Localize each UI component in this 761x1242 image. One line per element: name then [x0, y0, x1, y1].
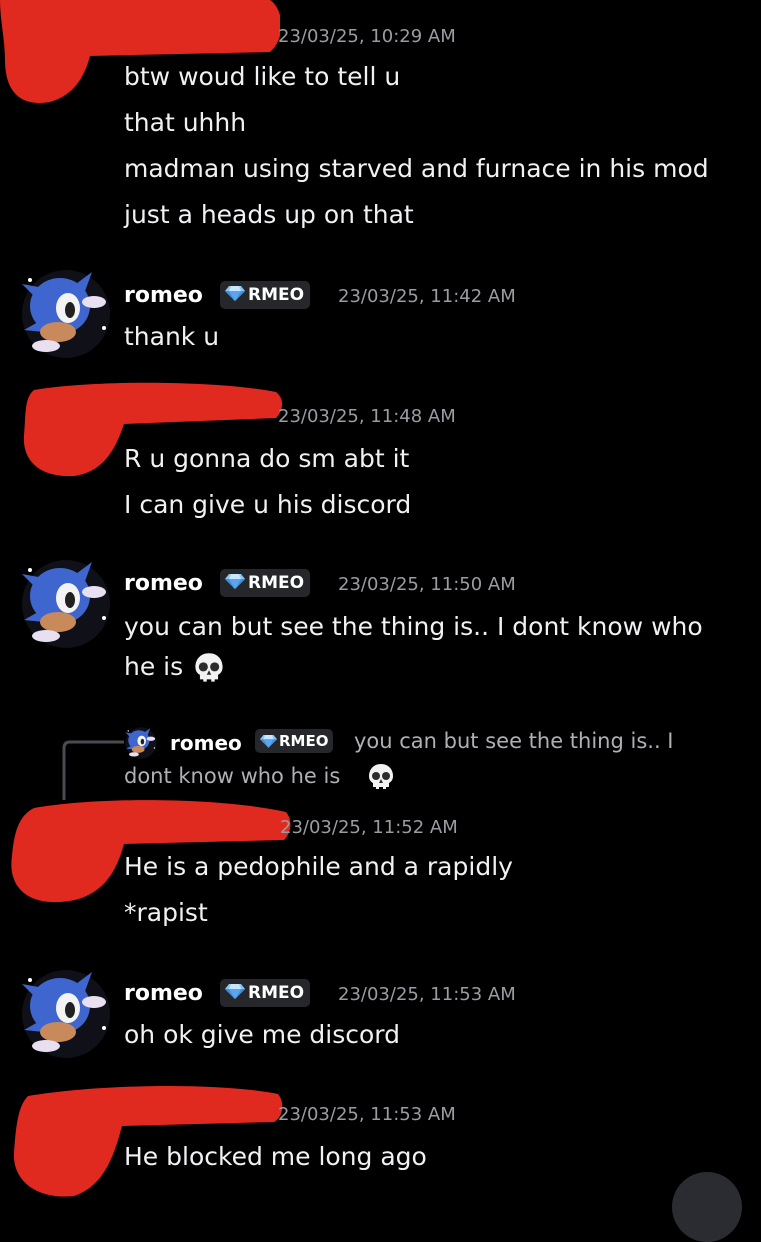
jump-to-present-button[interactable]: [672, 1172, 742, 1242]
author-name[interactable]: romeo: [124, 283, 203, 308]
server-tag[interactable]: RMEO: [220, 281, 311, 309]
diamond-icon: [225, 983, 245, 999]
reply-avatar[interactable]: [124, 726, 158, 760]
message-text: *rapist: [124, 898, 208, 927]
reply-author-name[interactable]: romeo: [170, 731, 242, 755]
reply-server-tag[interactable]: RMEO: [255, 729, 334, 753]
message-timestamp: 23/03/25, 11:53 AM: [338, 984, 516, 1005]
message-timestamp: 23/03/25, 11:53 AM: [278, 1104, 456, 1125]
tag-label: RMEO: [248, 573, 305, 593]
avatar[interactable]: [18, 966, 114, 1062]
message-text: just a heads up on that: [124, 200, 414, 229]
tag-label: RMEO: [248, 285, 305, 305]
tag-label: RMEO: [248, 983, 305, 1003]
message-timestamp: 23/03/25, 11:52 AM: [280, 817, 458, 838]
message-text: R u gonna do sm abt it: [124, 444, 410, 473]
reply-connector: [62, 740, 124, 800]
avatar[interactable]: [18, 266, 114, 362]
message-text: you can but see the thing is.. I dont kn…: [124, 612, 703, 641]
message-timestamp: 23/03/25, 11:50 AM: [338, 574, 516, 595]
author-name[interactable]: romeo: [124, 571, 203, 596]
message-text: He is a pedophile and a rapidly: [124, 852, 513, 881]
message-text: thank u: [124, 322, 220, 351]
avatar[interactable]: [18, 556, 114, 652]
server-tag[interactable]: RMEO: [220, 979, 311, 1007]
message-timestamp: 23/03/25, 10:29 AM: [278, 26, 456, 47]
message-text: madman using starved and furnace in his …: [124, 154, 709, 183]
diamond-icon: [260, 734, 277, 748]
reply-preview-text[interactable]: dont know who he is: [124, 764, 340, 788]
message-text: I can give u his discord: [124, 490, 412, 519]
redacted-username-5: [11, 800, 291, 903]
message-text: that uhhh: [124, 108, 247, 137]
message-timestamp: 23/03/25, 11:42 AM: [338, 286, 516, 307]
skull-emoji-icon: [366, 762, 396, 792]
message-timestamp: 23/03/25, 11:48 AM: [278, 406, 456, 427]
message-text: oh ok give me discord: [124, 1020, 401, 1049]
redacted-username-7: [13, 1085, 283, 1197]
reply-preview-text[interactable]: you can but see the thing is.. I: [354, 729, 674, 753]
message-text: He blocked me long ago: [124, 1142, 427, 1171]
tag-label: RMEO: [279, 732, 329, 750]
chat-log: 23/03/25, 10:29 AM btw woud like to tell…: [0, 0, 761, 1242]
diamond-icon: [225, 285, 245, 301]
message-text: he is: [124, 652, 184, 681]
author-name[interactable]: romeo: [124, 981, 203, 1006]
message-text: btw woud like to tell u: [124, 62, 401, 91]
redacted-username-1: [0, 0, 280, 103]
diamond-icon: [225, 573, 245, 589]
server-tag[interactable]: RMEO: [220, 569, 311, 597]
skull-emoji-icon: [192, 651, 226, 685]
